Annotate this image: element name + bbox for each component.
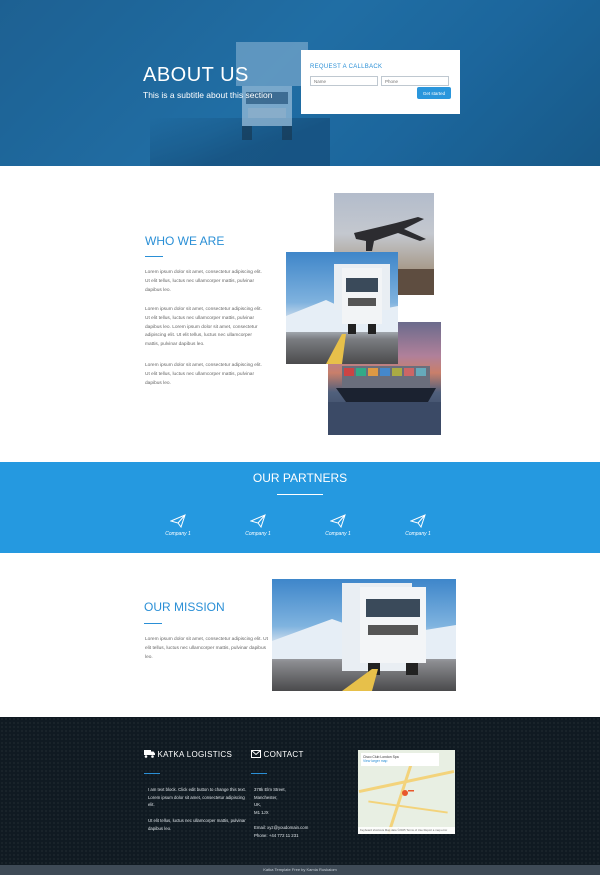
address-line: UK, xyxy=(254,802,262,808)
truck-icon xyxy=(144,750,155,758)
mission-paragraph: Lorem ipsum dolor sit amet, consectetur … xyxy=(145,637,268,660)
paper-plane-icon xyxy=(250,514,266,528)
who-paragraph-3: Lorem ipsum dolor sit amet, consectetur … xyxy=(145,363,262,386)
get-started-button[interactable]: Get started xyxy=(417,87,451,99)
copyright-bar: Katka Template Free by Kamia Ruskaiom xyxy=(0,865,600,875)
map-road xyxy=(368,800,448,814)
map-footer: Keyboard shortcuts Map data ©2025 Terms … xyxy=(358,827,455,834)
who-paragraph-1: Lorem ipsum dolor sit amet, consectetur … xyxy=(145,270,262,293)
title-underline xyxy=(145,256,163,257)
who-we-are-title: WHO WE ARE xyxy=(145,234,225,248)
paper-plane-icon xyxy=(330,514,346,528)
hero-banner: ABOUT US This is a subtitle about this s… xyxy=(0,0,600,166)
map-info-card: Cisco Club London Spa View larger map xyxy=(361,753,439,766)
footer: KATKA LOGISTICS I am text block. Click e… xyxy=(0,717,600,865)
company-name: Company 1 xyxy=(405,531,431,537)
footer-email[interactable]: Email: xyz@youdomain.com xyxy=(254,824,349,832)
company-name: Company 1 xyxy=(325,531,351,537)
company-name: Company 1 xyxy=(245,531,271,537)
address-line: M1 1JX xyxy=(254,810,269,816)
mission-title: OUR MISSION xyxy=(144,600,225,614)
heading-underline xyxy=(251,773,267,774)
envelope-icon xyxy=(251,750,261,758)
footer-brand-title: KATKA LOGISTICS xyxy=(157,750,233,759)
company-logo-3[interactable]: Company 1 xyxy=(318,514,358,537)
heading-underline xyxy=(144,773,160,774)
hero-overlay xyxy=(0,0,600,166)
address-line: 378k Elm Street, xyxy=(254,787,286,792)
company-logo-4[interactable]: Company 1 xyxy=(398,514,438,537)
footer-address: 378k Elm Street, Manchester, UK, M1 1JX xyxy=(254,786,344,817)
title-underline xyxy=(144,623,162,624)
company-logo-1[interactable]: Company 1 xyxy=(158,514,198,537)
footer-brand-heading: KATKA LOGISTICS xyxy=(144,750,232,759)
company-logo-2[interactable]: Company 1 xyxy=(238,514,278,537)
callback-form: REQUEST A CALLBACK Get started xyxy=(301,50,460,114)
partners-title: OUR PARTNERS xyxy=(252,471,348,485)
name-input[interactable] xyxy=(310,76,378,86)
company-name: Company 1 xyxy=(165,531,191,537)
map-embed[interactable]: Cisco Club London Spa View larger map Ke… xyxy=(358,750,455,834)
paper-plane-icon xyxy=(170,514,186,528)
who-paragraph-2: Lorem ipsum dolor sit amet, consectetur … xyxy=(145,307,262,348)
partners-section: OUR PARTNERS Company 1 Company 1 Company… xyxy=(0,462,600,553)
page-title: ABOUT US xyxy=(143,64,249,86)
footer-phone: Phone: +44 772 11 231 xyxy=(254,833,299,838)
phone-input[interactable] xyxy=(381,76,449,86)
address-line: Manchester, xyxy=(254,794,278,800)
truck-image xyxy=(286,252,398,364)
view-larger-map-link[interactable]: View larger map xyxy=(363,759,437,763)
footer-brand-text-2: Ut elit tellus, luctus nec ullamcorper m… xyxy=(148,818,246,831)
map-pin-icon xyxy=(402,790,414,796)
page-subtitle: This is a subtitle about this section xyxy=(143,90,273,100)
footer-contact-heading: CONTACT xyxy=(251,750,304,759)
footer-brand-text-1: I am text block. Click edit button to ch… xyxy=(148,787,246,808)
callback-title: REQUEST A CALLBACK xyxy=(310,64,383,70)
paper-plane-icon xyxy=(410,514,426,528)
footer-contact-title: CONTACT xyxy=(263,750,304,759)
mission-truck-image xyxy=(272,579,456,691)
title-underline xyxy=(277,494,323,495)
